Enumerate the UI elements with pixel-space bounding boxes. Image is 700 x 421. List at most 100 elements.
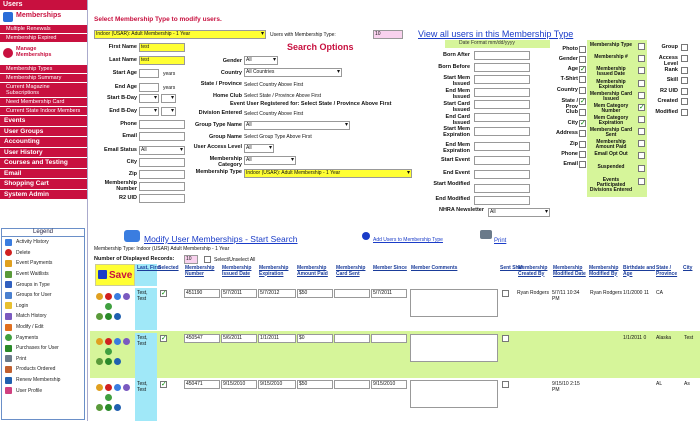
- end-card-issued-input[interactable]: [474, 113, 530, 122]
- row-comments[interactable]: [410, 289, 498, 317]
- column-toggle-b[interactable]: [638, 116, 645, 123]
- column-toggle-c[interactable]: [681, 77, 688, 84]
- renew-membership-icon[interactable]: [114, 313, 121, 320]
- column-toggle-b[interactable]: [638, 152, 645, 159]
- column-toggle-c[interactable]: [681, 55, 688, 62]
- start-bday-month[interactable]: [139, 94, 159, 103]
- row-select-checkbox[interactable]: [160, 380, 167, 388]
- column-header[interactable]: City: [683, 265, 700, 272]
- save-button[interactable]: Save: [95, 264, 135, 286]
- print-link[interactable]: Print: [494, 238, 506, 244]
- sidebar-memberships[interactable]: Memberships: [16, 12, 61, 19]
- purchases-icon[interactable]: [105, 313, 112, 320]
- group-type-select[interactable]: All: [244, 121, 350, 130]
- row-card-sent[interactable]: [334, 380, 370, 389]
- activity-history-icon[interactable]: [114, 338, 121, 345]
- column-toggle-b[interactable]: [638, 80, 645, 87]
- column-toggle-a[interactable]: [579, 87, 586, 94]
- event-waitlists-icon[interactable]: [96, 358, 103, 365]
- row-name[interactable]: Test, Test: [137, 290, 157, 302]
- end-modified-input[interactable]: [474, 196, 530, 205]
- column-toggle-a[interactable]: [579, 151, 586, 158]
- sidebar-item-membership-summary[interactable]: Membership Summary: [0, 73, 87, 82]
- email-input[interactable]: [139, 132, 185, 141]
- sidebar-item-membership-types[interactable]: Membership Types: [0, 64, 87, 73]
- column-toggle-a[interactable]: [579, 65, 586, 73]
- column-header[interactable]: Membership Issued Date: [222, 265, 256, 277]
- start-modified-input[interactable]: [474, 184, 530, 193]
- column-toggle-c[interactable]: [681, 109, 688, 116]
- end-bday-day[interactable]: [161, 107, 176, 116]
- sidebar-item-accounting[interactable]: Accounting: [0, 136, 87, 147]
- sidebar-item-multiple-renewals[interactable]: Multiple Renewals: [0, 24, 87, 33]
- row-select-checkbox[interactable]: [160, 289, 167, 297]
- view-all-link[interactable]: View all users in this Membership Type: [418, 29, 573, 39]
- column-toggle-c[interactable]: [681, 98, 688, 105]
- row-expiration[interactable]: 1/1/2011: [258, 334, 296, 343]
- row-issued[interactable]: 5/7/2011: [221, 289, 257, 298]
- start-age-input[interactable]: [139, 69, 159, 78]
- purchases-icon[interactable]: [105, 358, 112, 365]
- row-number[interactable]: 450471: [184, 380, 220, 389]
- start-event-input[interactable]: [474, 156, 530, 165]
- born-before-input[interactable]: [474, 63, 530, 72]
- column-toggle-a[interactable]: [579, 46, 586, 53]
- sidebar-item-shopping-cart[interactable]: Shopping Cart: [0, 178, 87, 189]
- end-bday-month[interactable]: [139, 107, 159, 116]
- row-expiration[interactable]: 5/7/2012: [258, 289, 296, 298]
- payments-icon[interactable]: [105, 303, 112, 310]
- column-header[interactable]: Membership Expiration: [259, 265, 293, 277]
- memberships-row[interactable]: Memberships: [0, 10, 87, 24]
- row-paid[interactable]: $50: [297, 380, 333, 389]
- column-header[interactable]: Birthdate and Age: [623, 265, 657, 277]
- column-toggle-b[interactable]: [638, 178, 645, 185]
- row-paid[interactable]: $0: [297, 334, 333, 343]
- column-header[interactable]: Membership Modified Date: [553, 265, 587, 277]
- manage-memberships-row[interactable]: Manage Memberships: [0, 42, 87, 64]
- start-bday-day[interactable]: [161, 94, 176, 103]
- membership-type-select[interactable]: Indoor (USAR): Adult Membership - 1 Year: [94, 30, 266, 39]
- column-toggle-b[interactable]: [638, 55, 645, 62]
- column-toggle-c[interactable]: [681, 88, 688, 95]
- column-toggle-c[interactable]: [681, 44, 688, 51]
- city-input[interactable]: [139, 158, 185, 167]
- sidebar-item-indoor-members[interactable]: Current State Indoor Members: [0, 106, 87, 115]
- first-name-input[interactable]: test: [139, 43, 185, 52]
- activity-history-icon[interactable]: [114, 293, 121, 300]
- column-toggle-b[interactable]: [638, 140, 645, 147]
- sidebar-manage-memberships[interactable]: Manage Memberships: [16, 46, 66, 58]
- sidebar-item-magazine[interactable]: Current Magazine Subscriptions: [0, 82, 87, 97]
- column-header[interactable]: Member Since: [373, 265, 407, 272]
- row-select-checkbox[interactable]: [160, 334, 167, 342]
- payments-icon[interactable]: [105, 394, 112, 401]
- start-card-issued-input[interactable]: [474, 100, 530, 109]
- purchases-icon[interactable]: [105, 404, 112, 411]
- sidebar-item-need-card[interactable]: Need Membership Card: [0, 97, 87, 106]
- row-comments[interactable]: [410, 380, 498, 408]
- column-toggle-b[interactable]: [638, 165, 645, 172]
- column-header[interactable]: Member Comments: [411, 265, 491, 272]
- row-since[interactable]: [371, 334, 407, 343]
- column-toggle-a[interactable]: [579, 141, 586, 148]
- sidebar-item-user-groups[interactable]: User Groups: [0, 125, 87, 136]
- row-paid[interactable]: $50: [297, 289, 333, 298]
- column-toggle-b[interactable]: [638, 43, 645, 50]
- row-sent-shirt-checkbox[interactable]: [502, 381, 509, 388]
- results-title[interactable]: Modify User Memberships - Start Search: [144, 234, 298, 244]
- end-event-input[interactable]: [474, 170, 530, 179]
- column-toggle-b[interactable]: [638, 128, 645, 135]
- event-payments-icon[interactable]: [96, 338, 103, 345]
- match-history-icon[interactable]: [123, 338, 130, 345]
- gender-select[interactable]: All: [244, 56, 278, 65]
- activity-history-icon[interactable]: [114, 384, 121, 391]
- add-users-link[interactable]: Add Users to Membership Type: [373, 237, 443, 243]
- row-comments[interactable]: [410, 334, 498, 362]
- event-payments-icon[interactable]: [96, 293, 103, 300]
- start-mem-issued-input[interactable]: [474, 75, 530, 84]
- column-toggle-a[interactable]: [579, 161, 586, 168]
- row-sent-shirt-checkbox[interactable]: [502, 290, 509, 297]
- delete-icon[interactable]: [105, 293, 112, 300]
- payments-icon[interactable]: [105, 348, 112, 355]
- start-mem-exp-input[interactable]: [474, 127, 530, 136]
- membership-type-filter[interactable]: Indoor (USAR): Adult Membership - 1 Year: [244, 169, 412, 178]
